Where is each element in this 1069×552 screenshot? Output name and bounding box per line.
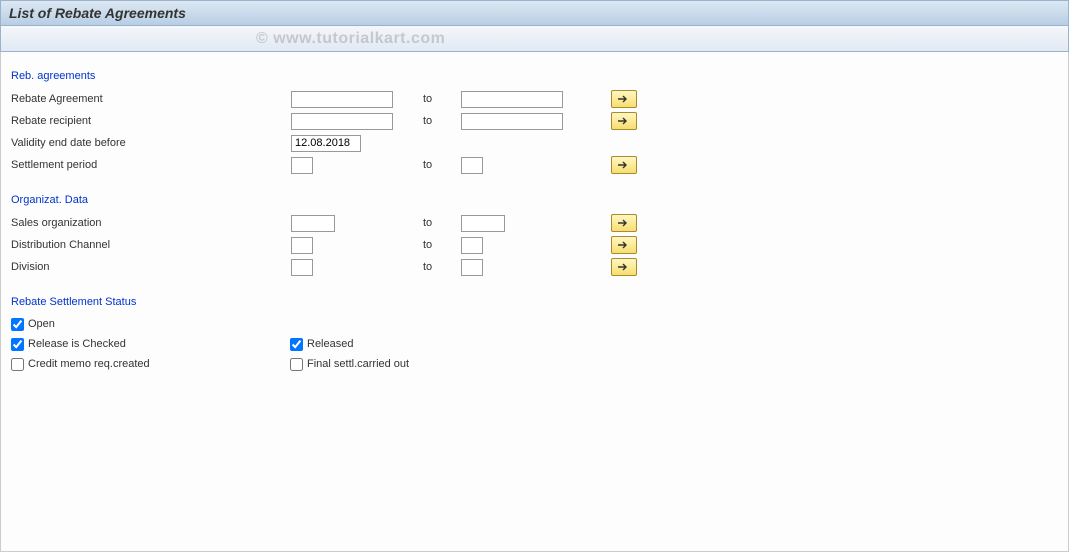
to-label: to — [421, 217, 461, 229]
section-reb-agreements: Reb. agreements Rebate Agreement to Reba… — [11, 70, 1058, 176]
section-title-org-data: Organizat. Data — [11, 194, 1058, 206]
to-label: to — [421, 239, 461, 251]
checkbox-item-final-settl: Final settl.carried out — [290, 358, 550, 371]
row-settlement-period: Settlement period to — [11, 154, 1058, 176]
multi-select-button[interactable] — [611, 156, 637, 174]
row-validity-end: Validity end date before — [11, 132, 1058, 154]
multi-select-button[interactable] — [611, 90, 637, 108]
input-dist-channel-from[interactable] — [291, 237, 313, 254]
checkbox-row-2: Release is Checked Released — [11, 334, 1058, 354]
label-rebate-recipient: Rebate recipient — [11, 115, 291, 127]
label-division: Division — [11, 261, 291, 273]
row-sales-org: Sales organization to — [11, 212, 1058, 234]
checkbox-item-released: Released — [290, 338, 550, 351]
checkbox-row-3: Credit memo req.created Final settl.carr… — [11, 354, 1058, 374]
checkbox-item-release-checked: Release is Checked — [11, 338, 286, 351]
multi-select-button[interactable] — [611, 258, 637, 276]
input-validity-end[interactable] — [291, 135, 361, 152]
input-division-from[interactable] — [291, 259, 313, 276]
form-area: Reb. agreements Rebate Agreement to Reba… — [0, 52, 1069, 552]
input-rebate-recipient-from[interactable] — [291, 113, 393, 130]
input-dist-channel-to[interactable] — [461, 237, 483, 254]
input-rebate-agreement-from[interactable] — [291, 91, 393, 108]
input-sales-org-from[interactable] — [291, 215, 335, 232]
row-dist-channel: Distribution Channel to — [11, 234, 1058, 256]
checkbox-label-release-checked: Release is Checked — [28, 338, 126, 350]
checkbox-label-open: Open — [28, 318, 55, 330]
arrow-right-icon — [617, 160, 631, 170]
toolbar: © www.tutorialkart.com — [0, 26, 1069, 52]
checkbox-item-open: Open — [11, 318, 286, 331]
multi-select-button[interactable] — [611, 214, 637, 232]
section-settlement-status: Rebate Settlement Status Open Release is… — [11, 296, 1058, 374]
input-sales-org-to[interactable] — [461, 215, 505, 232]
row-rebate-recipient: Rebate recipient to — [11, 110, 1058, 132]
checkbox-item-credit-memo: Credit memo req.created — [11, 358, 286, 371]
multi-select-button[interactable] — [611, 236, 637, 254]
checkbox-final-settl[interactable] — [290, 358, 303, 371]
row-rebate-agreement: Rebate Agreement to — [11, 88, 1058, 110]
section-org-data: Organizat. Data Sales organization to Di… — [11, 194, 1058, 278]
arrow-right-icon — [617, 218, 631, 228]
input-settlement-period-from[interactable] — [291, 157, 313, 174]
watermark-text: © www.tutorialkart.com — [256, 30, 445, 48]
page-title: List of Rebate Agreements — [9, 5, 186, 21]
checkbox-open[interactable] — [11, 318, 24, 331]
arrow-right-icon — [617, 240, 631, 250]
label-settlement-period: Settlement period — [11, 159, 291, 171]
checkbox-release-checked[interactable] — [11, 338, 24, 351]
label-rebate-agreement: Rebate Agreement — [11, 93, 291, 105]
to-label: to — [421, 115, 461, 127]
label-sales-org: Sales organization — [11, 217, 291, 229]
checkbox-released[interactable] — [290, 338, 303, 351]
arrow-right-icon — [617, 116, 631, 126]
to-label: to — [421, 93, 461, 105]
checkbox-label-final-settl: Final settl.carried out — [307, 358, 409, 370]
label-dist-channel: Distribution Channel — [11, 239, 291, 251]
checkbox-row-1: Open — [11, 314, 1058, 334]
checkbox-credit-memo[interactable] — [11, 358, 24, 371]
section-title-reb-agreements: Reb. agreements — [11, 70, 1058, 82]
input-rebate-agreement-to[interactable] — [461, 91, 563, 108]
input-division-to[interactable] — [461, 259, 483, 276]
page-title-bar: List of Rebate Agreements — [0, 0, 1069, 26]
section-title-settlement-status: Rebate Settlement Status — [11, 296, 1058, 308]
multi-select-button[interactable] — [611, 112, 637, 130]
to-label: to — [421, 261, 461, 273]
input-rebate-recipient-to[interactable] — [461, 113, 563, 130]
arrow-right-icon — [617, 262, 631, 272]
checkbox-label-credit-memo: Credit memo req.created — [28, 358, 150, 370]
arrow-right-icon — [617, 94, 631, 104]
checkbox-label-released: Released — [307, 338, 353, 350]
label-validity-end: Validity end date before — [11, 137, 291, 149]
row-division: Division to — [11, 256, 1058, 278]
input-settlement-period-to[interactable] — [461, 157, 483, 174]
to-label: to — [421, 159, 461, 171]
